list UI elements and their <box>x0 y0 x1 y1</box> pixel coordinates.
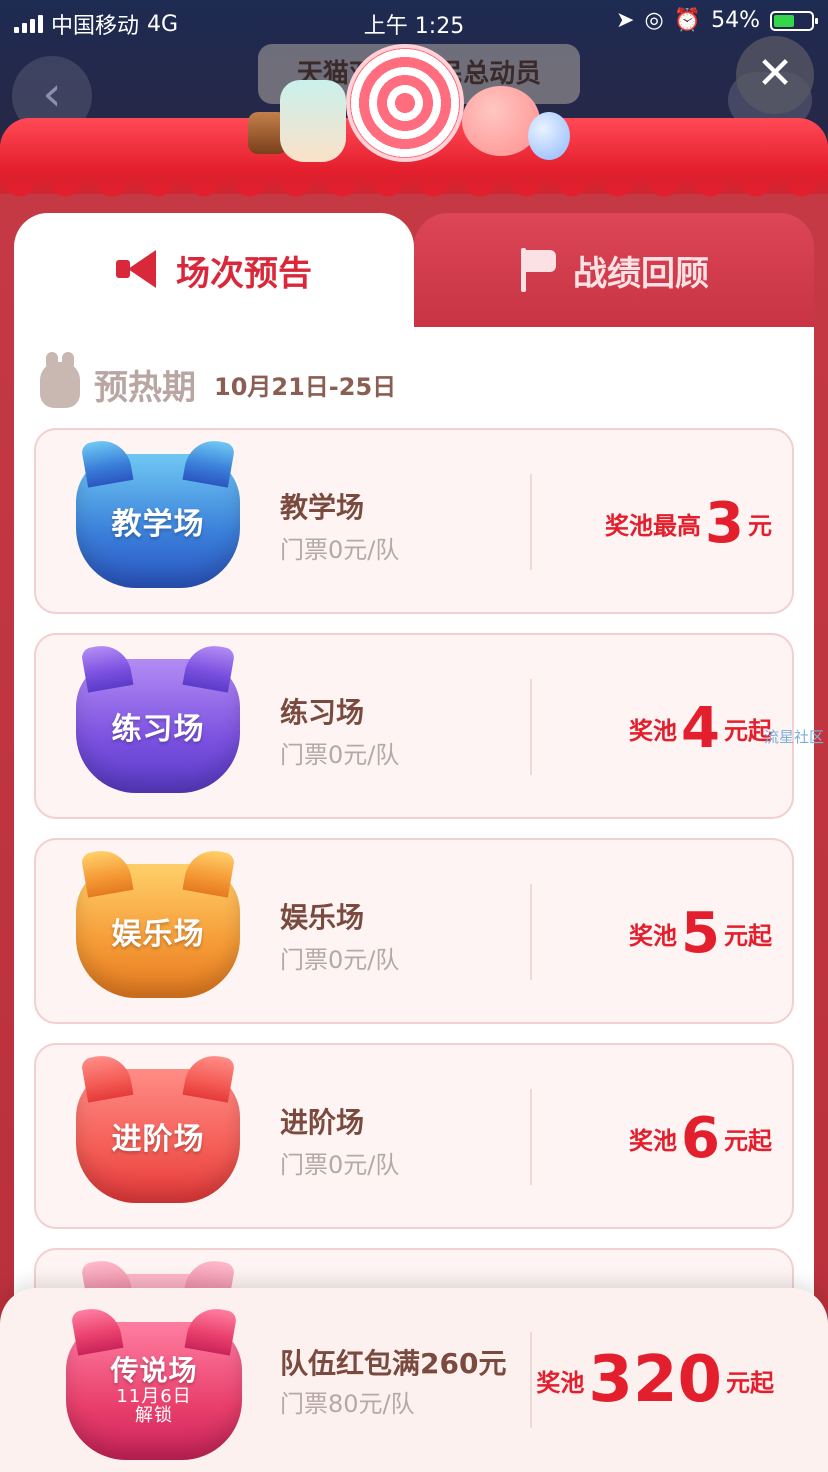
badge-label: 练习场 <box>111 712 205 747</box>
card-divider <box>530 1089 532 1185</box>
badge-unlock-date: 11月6日 <box>116 1385 192 1407</box>
session-badge-icon: 教学场 <box>76 454 240 588</box>
prize-pool: 奖池最高 3 元 <box>605 430 772 616</box>
prize-unit: 元起 <box>726 1368 774 1397</box>
location-icon: ➤ <box>616 8 635 33</box>
flag-icon <box>519 248 559 292</box>
badge-label: 教学场 <box>111 507 205 542</box>
legend-badge-icon: 传说场 11月6日 解锁 <box>66 1322 242 1460</box>
rotation-lock-icon: ◎ <box>644 8 664 33</box>
legend-session-card[interactable]: 传说场 11月6日 解锁 队伍红包满260元 门票80元/队 奖池 320 元起 <box>0 1288 828 1472</box>
prize-value: 6 <box>681 1105 720 1171</box>
prize-pool: 奖池 4 元起 <box>629 635 772 821</box>
prize-pool: 奖池 6 元起 <box>629 1045 772 1231</box>
session-ticket: 门票80元/队 <box>280 1390 415 1418</box>
tab-label: 场次预告 <box>176 253 312 294</box>
section-date: 10月21日-25日 <box>214 373 397 401</box>
close-button[interactable]: ✕ <box>736 36 814 114</box>
session-ticket: 门票0元/队 <box>280 1151 400 1179</box>
tab-bar: 场次预告 战绩回顾 <box>14 213 814 327</box>
cup-character-decoration <box>280 80 346 162</box>
prize-pool: 奖池 5 元起 <box>629 840 772 1026</box>
session-badge-icon: 练习场 <box>76 659 240 793</box>
badge-label: 娱乐场 <box>111 917 205 952</box>
prize-label: 奖池 <box>629 716 678 745</box>
lollipop-decoration <box>346 44 464 162</box>
session-ticket: 门票0元/队 <box>280 536 400 564</box>
prize-label: 奖池 <box>629 1126 678 1155</box>
session-name: 队伍红包满260元 <box>280 1347 507 1380</box>
tab-session-preview[interactable]: 场次预告 <box>14 213 414 327</box>
session-card[interactable]: 练习场 练习场 门票0元/队 奖池 4 元起 <box>34 633 794 819</box>
candy-drop-decoration <box>528 112 570 160</box>
session-ticket: 门票0元/队 <box>280 741 400 769</box>
status-bar: 中国移动 4G 上午 1:25 ➤ ◎ ⏰ 54% <box>0 0 828 42</box>
prize-pool: 奖池 320 元起 <box>536 1288 774 1472</box>
session-name: 练习场 <box>280 696 365 729</box>
bunny-icon <box>40 351 80 408</box>
tab-label: 战绩回顾 <box>573 253 709 294</box>
status-right: ➤ ◎ ⏰ 54% <box>616 8 818 33</box>
card-divider <box>530 1332 532 1428</box>
prize-unit: 元 <box>748 511 772 540</box>
battery-icon <box>770 10 818 31</box>
section-header: 预热期 10月21日-25日 <box>40 351 397 409</box>
prize-label: 奖池 <box>536 1368 585 1397</box>
card-divider <box>530 884 532 980</box>
alarm-icon: ⏰ <box>673 8 702 33</box>
prize-value: 5 <box>681 900 720 966</box>
session-badge-icon: 娱乐场 <box>76 864 240 998</box>
card-divider <box>530 679 532 775</box>
session-badge-icon: 进阶场 <box>76 1069 240 1203</box>
session-name: 进阶场 <box>280 1106 365 1139</box>
prize-value: 320 <box>588 1343 722 1417</box>
prize-label: 奖池最高 <box>605 511 702 540</box>
badge-unlock-status: 解锁 <box>135 1405 173 1427</box>
badge-label: 传说场 <box>110 1353 198 1387</box>
prize-label: 奖池 <box>629 921 678 950</box>
session-card[interactable]: 娱乐场 娱乐场 门票0元/队 奖池 5 元起 <box>34 838 794 1024</box>
watermark: 流星社区 <box>764 728 825 746</box>
close-icon: ✕ <box>756 48 794 99</box>
megaphone-icon <box>116 250 162 290</box>
session-name: 教学场 <box>280 491 365 524</box>
tab-record-review[interactable]: 战绩回顾 <box>414 213 814 327</box>
session-ticket: 门票0元/队 <box>280 946 400 974</box>
session-card[interactable]: 进阶场 进阶场 门票0元/队 奖池 6 元起 <box>34 1043 794 1229</box>
prize-value: 3 <box>705 490 744 556</box>
prize-unit: 元起 <box>724 921 772 950</box>
section-title: 预热期 <box>94 368 196 408</box>
session-name: 娱乐场 <box>280 901 365 934</box>
battery-percent: 54% <box>711 8 760 33</box>
card-divider <box>530 474 532 570</box>
prize-unit: 元起 <box>724 1126 772 1155</box>
prize-value: 4 <box>681 695 720 761</box>
session-card[interactable]: 教学场 教学场 门票0元/队 奖池最高 3 元 <box>34 428 794 614</box>
badge-label: 进阶场 <box>111 1122 205 1157</box>
peach-character-decoration <box>462 86 540 156</box>
